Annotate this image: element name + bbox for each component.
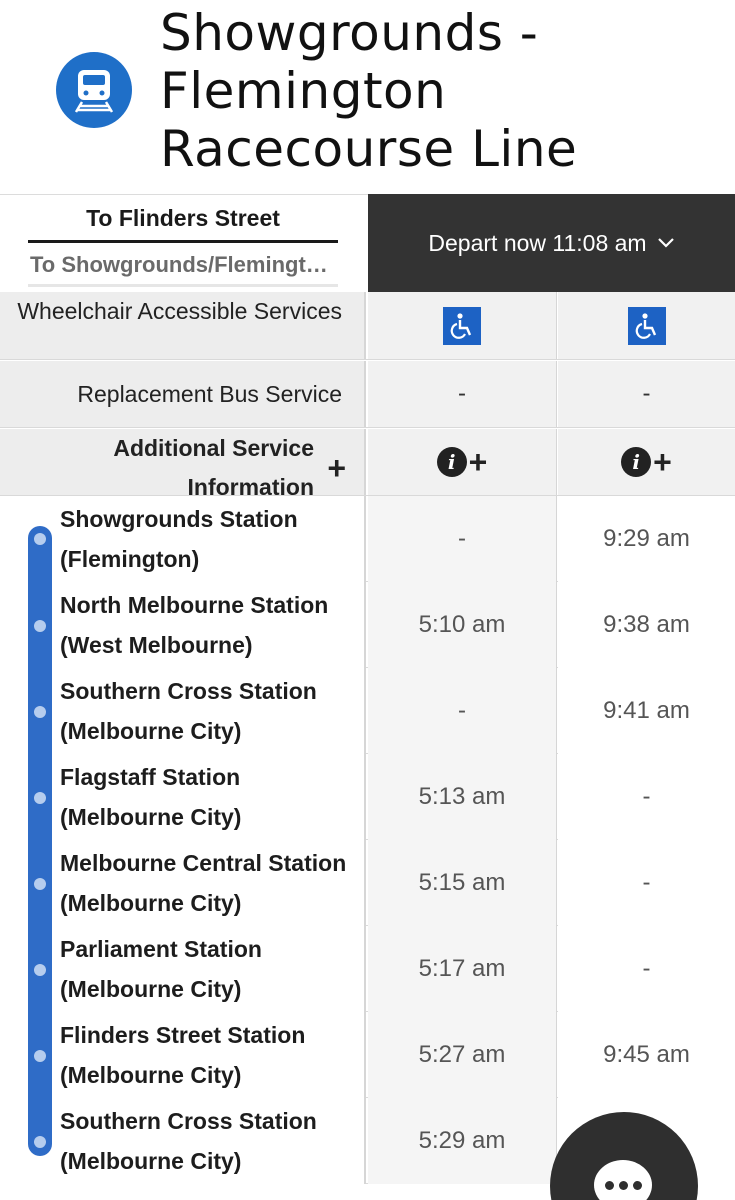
stop-row: North Melbourne Station (West Melbourne)…	[0, 582, 735, 668]
chat-icon	[594, 1160, 652, 1200]
stop-row: Melbourne Central Station (Melbourne Cit…	[0, 840, 735, 926]
wheelchair-label: Wheelchair Accessible Services	[0, 292, 366, 359]
stop-time: 5:15 am	[368, 840, 557, 926]
route-stop-dot	[34, 706, 46, 718]
route-stop-dot	[34, 964, 46, 976]
stop-time: 9:38 am	[558, 582, 735, 668]
additional-info-row: Additional Service Information + i + i +	[0, 429, 735, 500]
info-plus-icon[interactable]: i +	[436, 446, 487, 478]
stop-name[interactable]: Flinders Street Station (Melbourne City)	[0, 1012, 366, 1098]
replacement-bus-value: -	[558, 361, 735, 427]
replacement-bus-label: Replacement Bus Service	[0, 361, 366, 427]
stop-name[interactable]: North Melbourne Station (West Melbourne)	[0, 582, 366, 668]
stop-time: -	[368, 668, 557, 754]
stop-time: -	[558, 926, 735, 1012]
tab-to-flinders-street[interactable]: To Flinders Street	[28, 201, 338, 243]
route-stop-dot	[34, 1050, 46, 1062]
stop-row: Southern Cross Station (Melbourne City) …	[0, 668, 735, 754]
wheelchair-cell	[368, 292, 557, 359]
stop-name[interactable]: Flagstaff Station (Melbourne City)	[0, 754, 366, 840]
stop-name[interactable]: Southern Cross Station (Melbourne City)	[0, 668, 366, 754]
stop-time: 5:10 am	[368, 582, 557, 668]
stop-time: 5:13 am	[368, 754, 557, 840]
stop-time: 9:41 am	[558, 668, 735, 754]
stop-time: -	[558, 840, 735, 926]
route-stop-dot	[34, 878, 46, 890]
expand-plus-icon[interactable]: +	[327, 449, 346, 488]
stop-name[interactable]: Southern Cross Station (Melbourne City)	[0, 1098, 366, 1184]
route-stop-dot	[34, 1136, 46, 1148]
chevron-down-icon	[657, 233, 675, 254]
depart-label: Depart now 11:08 am	[428, 229, 647, 256]
service-info-cell[interactable]: i +	[368, 429, 557, 495]
stop-name[interactable]: Parliament Station (Melbourne City)	[0, 926, 366, 1012]
stop-time: 9:29 am	[558, 496, 735, 582]
stop-row: Parliament Station (Melbourne City) 5:17…	[0, 926, 735, 1012]
wheelchair-icon	[443, 306, 481, 345]
service-info-cell[interactable]: i +	[558, 429, 735, 495]
info-plus-icon[interactable]: i +	[621, 446, 672, 478]
stop-time: 9:45 am	[558, 1012, 735, 1098]
direction-tabs: To Flinders Street To Showgrounds/Flemin…	[0, 194, 368, 292]
train-icon	[56, 52, 132, 128]
stop-row: Showgrounds Station (Flemington) - 9:29 …	[0, 496, 735, 582]
route-stop-dot	[34, 792, 46, 804]
replacement-bus-row: Replacement Bus Service - -	[0, 361, 735, 428]
page-title: Showgrounds - Flemington Racecourse Line	[160, 4, 578, 178]
stop-name[interactable]: Melbourne Central Station (Melbourne Cit…	[0, 840, 366, 926]
wheelchair-cell	[558, 292, 735, 359]
stop-time: 5:29 am	[368, 1098, 557, 1184]
stop-row: Flinders Street Station (Melbourne City)…	[0, 1012, 735, 1098]
depart-time-selector[interactable]: Depart now 11:08 am	[368, 194, 735, 292]
route-stop-dot	[34, 533, 46, 545]
stop-time: 5:27 am	[368, 1012, 557, 1098]
wheelchair-row: Wheelchair Accessible Services	[0, 292, 735, 360]
stop-name[interactable]: Showgrounds Station (Flemington)	[0, 496, 366, 582]
replacement-bus-value: -	[368, 361, 557, 427]
stop-row: Flagstaff Station (Melbourne City) 5:13 …	[0, 754, 735, 840]
stop-time: -	[558, 754, 735, 840]
additional-info-text: Additional Service Information	[113, 435, 314, 500]
tab-to-showgrounds[interactable]: To Showgrounds/Flemington Racecourse	[28, 247, 338, 287]
page-header: Showgrounds - Flemington Racecourse Line	[0, 0, 735, 194]
wheelchair-icon	[627, 306, 666, 345]
stop-time: 5:17 am	[368, 926, 557, 1012]
additional-info-label[interactable]: Additional Service Information +	[0, 429, 366, 500]
route-stop-dot	[34, 620, 46, 632]
stop-time: -	[368, 496, 557, 582]
